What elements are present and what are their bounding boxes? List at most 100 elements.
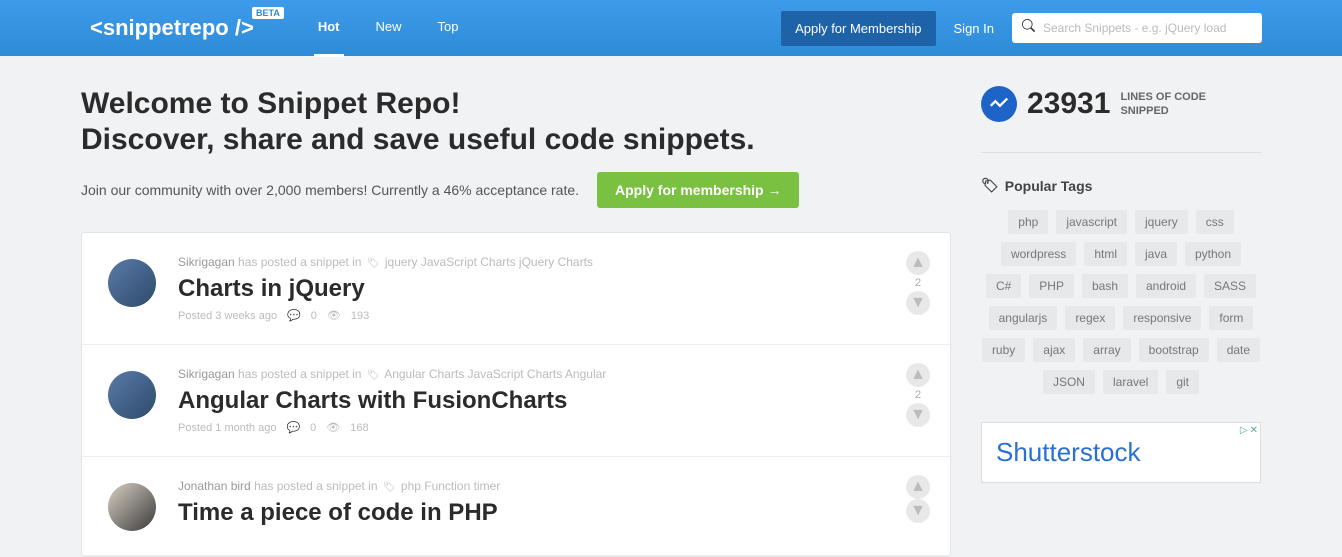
upvote-button[interactable]: ▲ xyxy=(906,363,930,387)
container: Welcome to Snippet Repo! Discover, share… xyxy=(81,56,1261,557)
nav-top[interactable]: Top xyxy=(434,0,463,57)
header: <snippetrepo /> BETA Hot New Top Apply f… xyxy=(0,0,1342,56)
hero-title: Welcome to Snippet Repo! Discover, share… xyxy=(81,86,951,158)
tag-responsive[interactable]: responsive xyxy=(1123,306,1201,330)
post-author[interactable]: Sikrigagan xyxy=(178,255,235,269)
main-column: Welcome to Snippet Repo! Discover, share… xyxy=(81,86,981,557)
snippet-post[interactable]: Sikrigagan has posted a snippet in 🏷 jqu… xyxy=(82,233,950,345)
post-body: Sikrigagan has posted a snippet in 🏷 jqu… xyxy=(178,255,924,322)
header-right: Apply for Membership Sign In xyxy=(781,11,1322,46)
avatar[interactable] xyxy=(108,259,156,307)
tag-bash[interactable]: bash xyxy=(1082,274,1128,298)
tag-csharp[interactable]: C# xyxy=(986,274,1021,298)
tag-android[interactable]: android xyxy=(1136,274,1196,298)
ad-info-icon[interactable]: ▷ xyxy=(1240,425,1248,436)
popular-tags: php javascript jquery css wordpress html javap… xyxy=(981,210,1261,394)
views-icon: 👁 xyxy=(326,421,340,434)
post-author[interactable]: Sikrigagan xyxy=(178,367,235,381)
comment-icon: 💬 xyxy=(287,309,301,322)
post-meta-text: has posted a snippet in xyxy=(238,255,365,269)
ad-close-icon[interactable]: ✕ xyxy=(1250,425,1258,436)
post-body: Sikrigagan has posted a snippet in 🏷 Ang… xyxy=(178,367,924,434)
view-count: 168 xyxy=(350,422,368,434)
popular-tags-heading: 🏷 Popular Tags xyxy=(981,177,1261,194)
tag-php[interactable]: php xyxy=(1008,210,1048,234)
post-tags[interactable]: Angular Charts JavaScript Charts Angular xyxy=(384,367,606,381)
sidebar: 23931 LINES OF CODE SNIPPED 🏷 Popular Ta… xyxy=(981,86,1261,557)
apply-membership-button[interactable]: Apply for Membership xyxy=(781,11,935,46)
hero: Welcome to Snippet Repo! Discover, share… xyxy=(81,86,951,208)
tag-jquery[interactable]: jquery xyxy=(1135,210,1188,234)
post-meta-text: has posted a snippet in xyxy=(254,479,381,493)
snippet-post[interactable]: Sikrigagan has posted a snippet in 🏷 Ang… xyxy=(82,345,950,457)
post-tags[interactable]: php Function timer xyxy=(401,479,500,493)
stats-icon xyxy=(981,86,1017,122)
tag-html[interactable]: html xyxy=(1084,242,1127,266)
tag-css[interactable]: css xyxy=(1196,210,1234,234)
hero-sub: Join our community with over 2,000 membe… xyxy=(81,172,951,208)
ad-brand: Shutterstock xyxy=(996,437,1246,468)
tag-form[interactable]: form xyxy=(1209,306,1253,330)
divider xyxy=(981,152,1261,153)
stats-value: 23931 xyxy=(1027,87,1110,121)
tag-icon: 🏷 xyxy=(981,177,999,194)
tag-php[interactable]: PHP xyxy=(1029,274,1074,298)
post-meta: Sikrigagan has posted a snippet in 🏷 Ang… xyxy=(178,367,924,381)
vote-count: 2 xyxy=(915,389,921,401)
logo[interactable]: <snippetrepo /> BETA xyxy=(90,15,254,41)
beta-badge: BETA xyxy=(252,7,284,19)
logo-text: <snippetrepo /> xyxy=(90,15,254,40)
tag-git[interactable]: git xyxy=(1166,370,1199,394)
vote-count: 2 xyxy=(915,277,921,289)
search-input[interactable] xyxy=(1043,21,1252,35)
snippet-post[interactable]: Jonathan bird has posted a snippet in 🏷 … xyxy=(82,457,950,556)
downvote-button[interactable]: ▼ xyxy=(906,403,930,427)
stats-block: 23931 LINES OF CODE SNIPPED xyxy=(981,86,1261,122)
tag-python[interactable]: python xyxy=(1185,242,1241,266)
nav-hot[interactable]: Hot xyxy=(314,0,344,57)
nav-new[interactable]: New xyxy=(372,0,406,57)
tag-laravel[interactable]: laravel xyxy=(1103,370,1158,394)
upvote-button[interactable]: ▲ xyxy=(906,475,930,499)
downvote-button[interactable]: ▼ xyxy=(906,291,930,315)
search-box[interactable] xyxy=(1012,13,1262,43)
post-meta: Jonathan bird has posted a snippet in 🏷 … xyxy=(178,479,924,493)
stats-label: LINES OF CODE SNIPPED xyxy=(1120,90,1206,119)
avatar[interactable] xyxy=(108,371,156,419)
post-title[interactable]: Charts in jQuery xyxy=(178,275,924,303)
main-nav: Hot New Top xyxy=(314,0,463,57)
ad-block[interactable]: ▷ ✕ Shutterstock xyxy=(981,422,1261,483)
ad-controls: ▷ ✕ xyxy=(1240,425,1258,436)
post-date: Posted 1 month ago xyxy=(178,422,276,434)
tag-regex[interactable]: regex xyxy=(1065,306,1115,330)
post-footer: Posted 3 weeks ago 💬0 👁193 xyxy=(178,309,924,322)
post-title[interactable]: Time a piece of code in PHP xyxy=(178,499,924,527)
signin-link[interactable]: Sign In xyxy=(954,21,994,36)
hero-sub-text: Join our community with over 2,000 membe… xyxy=(81,182,579,198)
tag-array[interactable]: array xyxy=(1083,338,1130,362)
downvote-button[interactable]: ▼ xyxy=(906,499,930,523)
avatar[interactable] xyxy=(108,483,156,531)
post-tags[interactable]: jquery JavaScript Charts jQuery Charts xyxy=(385,255,593,269)
tag-bootstrap[interactable]: bootstrap xyxy=(1139,338,1209,362)
tag-java[interactable]: java xyxy=(1135,242,1177,266)
tag-sass[interactable]: SASS xyxy=(1204,274,1256,298)
snippet-feed: Sikrigagan has posted a snippet in 🏷 jqu… xyxy=(81,232,951,557)
comment-icon: 💬 xyxy=(286,421,300,434)
tag-angularjs[interactable]: angularjs xyxy=(989,306,1058,330)
post-author[interactable]: Jonathan bird xyxy=(178,479,251,493)
vote-controls: ▲ 2 ▼ xyxy=(906,251,930,315)
tag-json[interactable]: JSON xyxy=(1043,370,1095,394)
tag-javascript[interactable]: javascript xyxy=(1056,210,1127,234)
post-footer: Posted 1 month ago 💬0 👁168 xyxy=(178,421,924,434)
post-date: Posted 3 weeks ago xyxy=(178,310,277,322)
vote-controls: ▲ ▼ xyxy=(906,475,930,523)
tag-date[interactable]: date xyxy=(1217,338,1260,362)
apply-membership-cta[interactable]: Apply for membership → xyxy=(597,172,799,208)
tag-wordpress[interactable]: wordpress xyxy=(1001,242,1076,266)
search-icon xyxy=(1022,19,1035,37)
tag-ajax[interactable]: ajax xyxy=(1033,338,1075,362)
tag-ruby[interactable]: ruby xyxy=(982,338,1025,362)
upvote-button[interactable]: ▲ xyxy=(906,251,930,275)
post-title[interactable]: Angular Charts with FusionCharts xyxy=(178,387,924,415)
